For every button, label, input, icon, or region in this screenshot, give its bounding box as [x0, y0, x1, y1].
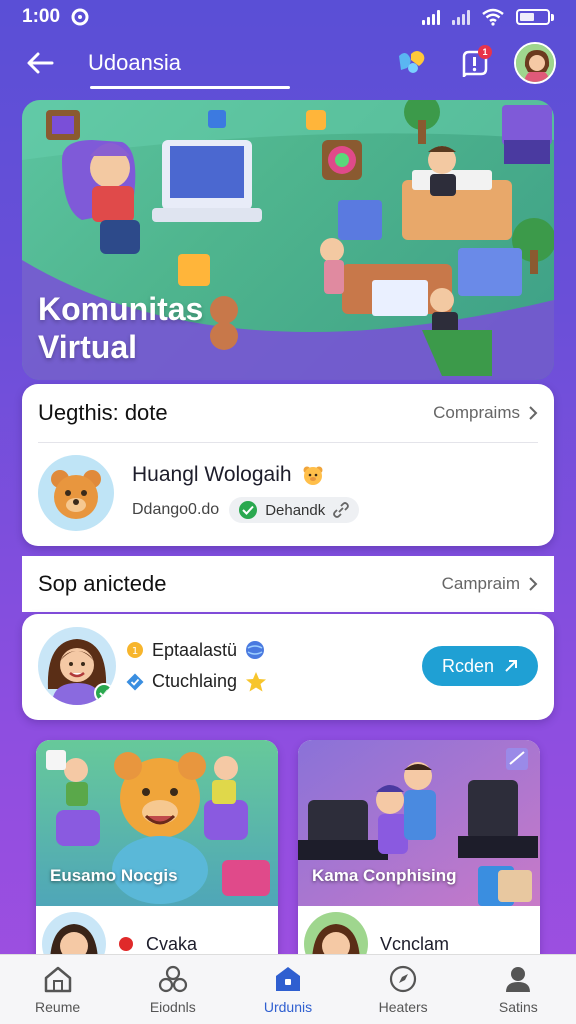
- bear-face-icon: [303, 466, 323, 485]
- member-row[interactable]: 1 Eptaalastü Ctuchlaing Rcden: [22, 614, 554, 717]
- user-name-row: Huangl Wologaih: [132, 463, 359, 487]
- red-dot-icon: [119, 937, 133, 951]
- section-title: Sop anictede: [38, 571, 167, 596]
- nav-item-profile[interactable]: Satins: [468, 965, 568, 1015]
- hero-title-line1: Komunitas: [38, 291, 204, 327]
- section-see-all-label: Campraim: [441, 574, 520, 593]
- home-icon: [44, 966, 71, 992]
- cellular-icon: [422, 9, 440, 25]
- community-tile[interactable]: Eusamo Nocgis Cvaka: [36, 740, 278, 970]
- house-badge-icon: [275, 966, 300, 991]
- see-all-link[interactable]: Compraims: [433, 403, 538, 423]
- profile-avatar[interactable]: [514, 42, 556, 84]
- card-header: Uegthis: dote Compraims: [22, 384, 554, 442]
- hero-banner[interactable]: Komunitas Virtual: [22, 100, 554, 380]
- star-icon: [246, 671, 267, 691]
- nav-label: Eiodnls: [149, 998, 196, 1015]
- hero-title-line2: Virtual: [38, 329, 137, 365]
- member-line-2-text: Ctuchlaing: [152, 671, 238, 691]
- compass-icon: [390, 965, 417, 992]
- user-row[interactable]: Huangl Wologaih Ddango0.do Dehandk: [22, 443, 554, 543]
- user-name: Huangl Wologaih: [132, 463, 292, 486]
- status-time: 1:00: [22, 6, 61, 27]
- nav-label: Satins: [498, 998, 538, 1015]
- notifications-button[interactable]: 1: [452, 41, 496, 85]
- member-card: 1 Eptaalastü Ctuchlaing Rcden: [22, 614, 554, 720]
- app-bar: Udoansia 1: [0, 34, 576, 92]
- arrow-left-icon: [27, 52, 54, 74]
- action-button[interactable]: Rcden: [422, 646, 538, 686]
- status-bar: 1:00: [0, 0, 576, 34]
- see-all-label: Compraims: [433, 403, 520, 422]
- nav-item-explore[interactable]: Heaters: [353, 965, 453, 1015]
- rewards-icon: [399, 51, 425, 73]
- member-line-2: Ctuchlaing: [126, 671, 267, 693]
- card-title: Uegthis: dote: [38, 400, 168, 425]
- member-line-1-text: Eptaalastü: [152, 639, 238, 660]
- tile-caption: Kama Conphising: [312, 866, 457, 885]
- battery-icon: [516, 9, 554, 25]
- bottom-nav: Reume Eiodnls Urdunis Heaters Satins: [0, 954, 576, 1024]
- chevron-right-icon: [529, 406, 538, 420]
- avatar-image: [516, 44, 554, 82]
- profile-icon: [506, 966, 531, 992]
- user-avatar: [38, 455, 114, 531]
- check-icon: [239, 501, 258, 519]
- section-see-all-link[interactable]: Campraim: [442, 574, 538, 594]
- nav-label: Heaters: [378, 998, 428, 1015]
- tab-indicator: [90, 86, 290, 89]
- member-line-1: 1 Eptaalastü: [126, 640, 267, 661]
- tile-user-name: Cvaka: [146, 933, 198, 954]
- girl-avatar-image: [38, 627, 116, 705]
- bear-avatar-image: [38, 455, 114, 531]
- back-button[interactable]: [20, 43, 60, 83]
- featured-user-card: Uegthis: dote Compraims Huangl Wologaih …: [22, 384, 554, 546]
- tile-user-name: Vcnclam: [380, 933, 450, 954]
- check-diamond-icon: [126, 673, 144, 690]
- member-avatar: [38, 627, 116, 705]
- community-icon: [158, 965, 187, 992]
- globe-icon: [246, 641, 265, 659]
- page-title: Udoansia: [88, 50, 181, 75]
- link-icon: [333, 502, 350, 518]
- tile-caption: Eusamo Nocgis: [50, 866, 178, 885]
- status-chip[interactable]: Dehandk: [229, 497, 360, 523]
- nav-item-community[interactable]: Eiodnls: [123, 965, 223, 1015]
- cellular-2-icon: [452, 9, 470, 25]
- action-button-label: Rcden: [441, 655, 495, 676]
- svg-text:1: 1: [132, 646, 138, 657]
- wifi-icon: [482, 8, 504, 26]
- nav-label: Urdunis: [263, 998, 313, 1015]
- hero-title: Komunitas Virtual: [38, 290, 203, 366]
- community-tile[interactable]: Kama Conphising Vcnclam: [298, 740, 540, 970]
- coin-icon: 1: [127, 642, 143, 658]
- sync-icon: [71, 8, 89, 26]
- rewards-button[interactable]: [390, 41, 434, 85]
- nav-item-active[interactable]: Urdunis: [238, 965, 338, 1015]
- status-chip-label: Dehandk: [265, 501, 326, 519]
- section-header: Sop anictede Campraim: [22, 556, 554, 612]
- user-handle: Ddango0.do: [132, 501, 220, 518]
- notification-badge: 1: [478, 45, 492, 59]
- nav-item-home[interactable]: Reume: [8, 965, 108, 1015]
- nav-label: Reume: [35, 998, 81, 1015]
- arrow-up-right-icon: [505, 660, 518, 672]
- chevron-right-icon: [529, 577, 538, 591]
